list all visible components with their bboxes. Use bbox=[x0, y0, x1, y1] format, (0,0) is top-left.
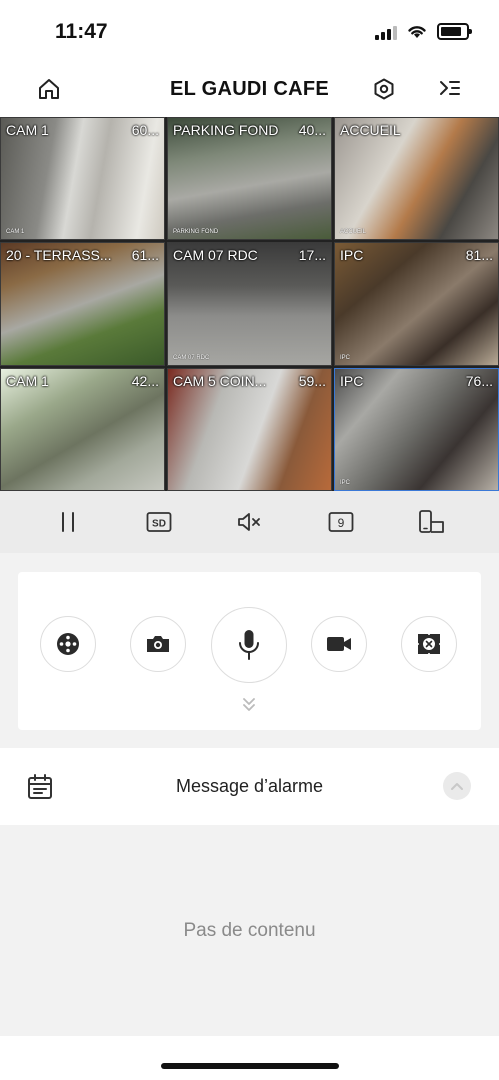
fisheye-icon bbox=[416, 632, 442, 656]
camera-name: IPC bbox=[340, 247, 364, 264]
camera-number: 40... bbox=[298, 122, 326, 138]
alarm-message-header[interactable]: Message d’alarme bbox=[0, 748, 499, 825]
collapse-button[interactable] bbox=[443, 772, 471, 800]
hexagon-settings-icon bbox=[374, 78, 394, 100]
speaker-muted-icon bbox=[237, 513, 260, 531]
camera-osd-text: IPC bbox=[340, 480, 351, 486]
talk-button[interactable] bbox=[211, 607, 287, 683]
status-icons bbox=[375, 23, 472, 40]
page-title: EL GAUDI CAFE bbox=[169, 78, 330, 100]
device-list-button[interactable] bbox=[433, 72, 467, 106]
camera-tile[interactable]: PARKING FOND 40... PARKING FOND bbox=[167, 117, 332, 241]
mute-button[interactable] bbox=[230, 502, 270, 542]
record-button[interactable] bbox=[311, 616, 367, 672]
camera-name: CAM 1 bbox=[6, 372, 49, 389]
camera-tile[interactable]: CAM 1 60... CAM 1 bbox=[0, 117, 165, 241]
camera-number: 59... bbox=[298, 372, 326, 389]
camera-number: 81... bbox=[465, 247, 493, 264]
sd-quality-icon: SD bbox=[146, 512, 171, 532]
split-screen-button[interactable]: 9 bbox=[321, 502, 361, 542]
camera-number: 61... bbox=[131, 247, 159, 264]
camera-name: IPC bbox=[340, 372, 364, 389]
camera-tile[interactable]: CAM 1 42... bbox=[0, 367, 165, 491]
video-record-icon bbox=[327, 637, 351, 651]
camera-tile[interactable]: CAM 07 RDC 17... CAM 07 RDC bbox=[167, 242, 332, 366]
camera-name: PARKING FOND bbox=[173, 122, 279, 138]
device-list-icon bbox=[440, 81, 460, 95]
playback-toolbar: SD 9 bbox=[0, 491, 499, 553]
fisheye-button[interactable] bbox=[401, 616, 457, 672]
camera-number: 42... bbox=[131, 372, 159, 389]
ptz-control-icon bbox=[57, 633, 79, 655]
camera-grid: CAM 1 60... CAM 1 PARKING FOND 40... PAR… bbox=[0, 117, 499, 491]
empty-state-text: Pas de contenu bbox=[183, 920, 316, 941]
app-header: EL GAUDI CAFE bbox=[0, 62, 499, 117]
microphone-icon bbox=[239, 630, 259, 660]
split-count-icon: 9 bbox=[328, 512, 353, 532]
camera-number: 60... bbox=[131, 122, 159, 138]
split-label: 9 bbox=[337, 516, 344, 530]
home-indicator[interactable] bbox=[161, 1063, 339, 1069]
camera-name: ACCUEIL bbox=[340, 122, 401, 138]
pause-icon bbox=[61, 512, 74, 532]
camera-snapshot-icon bbox=[147, 636, 169, 652]
camera-osd-text: IPC bbox=[340, 354, 351, 361]
camera-name: 20 - TERRASS... bbox=[6, 247, 112, 264]
signal-icon bbox=[375, 24, 397, 40]
screen-rotate-icon bbox=[418, 510, 444, 533]
battery-icon bbox=[437, 23, 472, 40]
camera-tile[interactable]: IPC 81... IPC bbox=[334, 242, 499, 366]
bottom-safe-area bbox=[0, 1036, 499, 1080]
rotate-screen-button[interactable] bbox=[412, 502, 452, 542]
quality-label: SD bbox=[152, 519, 166, 530]
camera-osd-text: CAM 1 bbox=[6, 229, 25, 236]
camera-tile[interactable]: ACCUEIL ACCUEIL bbox=[334, 117, 499, 241]
wifi-icon bbox=[408, 26, 426, 38]
double-chevron-down-icon bbox=[243, 698, 255, 711]
camera-name: CAM 07 RDC bbox=[173, 247, 258, 264]
chevron-up-icon bbox=[451, 783, 463, 790]
camera-name: CAM 1 bbox=[6, 122, 49, 138]
camera-osd-text: ACCUEIL bbox=[340, 229, 367, 236]
pause-button[interactable] bbox=[48, 502, 88, 542]
camera-osd-text: CAM 07 RDC bbox=[173, 354, 210, 361]
status-time: 11:47 bbox=[55, 20, 108, 43]
status-bar: 11:47 bbox=[0, 0, 499, 62]
expand-panel-button[interactable] bbox=[239, 696, 259, 714]
camera-number: 76... bbox=[465, 372, 493, 389]
settings-button[interactable] bbox=[367, 72, 401, 106]
alarm-title: Message d’alarme bbox=[175, 776, 324, 796]
ptz-button[interactable] bbox=[40, 616, 96, 672]
quality-button[interactable]: SD bbox=[139, 502, 179, 542]
action-panel bbox=[18, 572, 481, 730]
camera-number: 17... bbox=[298, 247, 326, 264]
camera-tile[interactable]: CAM 5 COIN... 59... bbox=[167, 367, 332, 491]
camera-tile-selected[interactable]: IPC 76... IPC bbox=[334, 367, 499, 491]
camera-osd-text: PARKING FOND bbox=[173, 229, 219, 236]
camera-name: CAM 5 COIN... bbox=[173, 372, 267, 389]
snapshot-button[interactable] bbox=[130, 616, 186, 672]
camera-tile[interactable]: 20 - TERRASS... 61... bbox=[0, 242, 165, 366]
